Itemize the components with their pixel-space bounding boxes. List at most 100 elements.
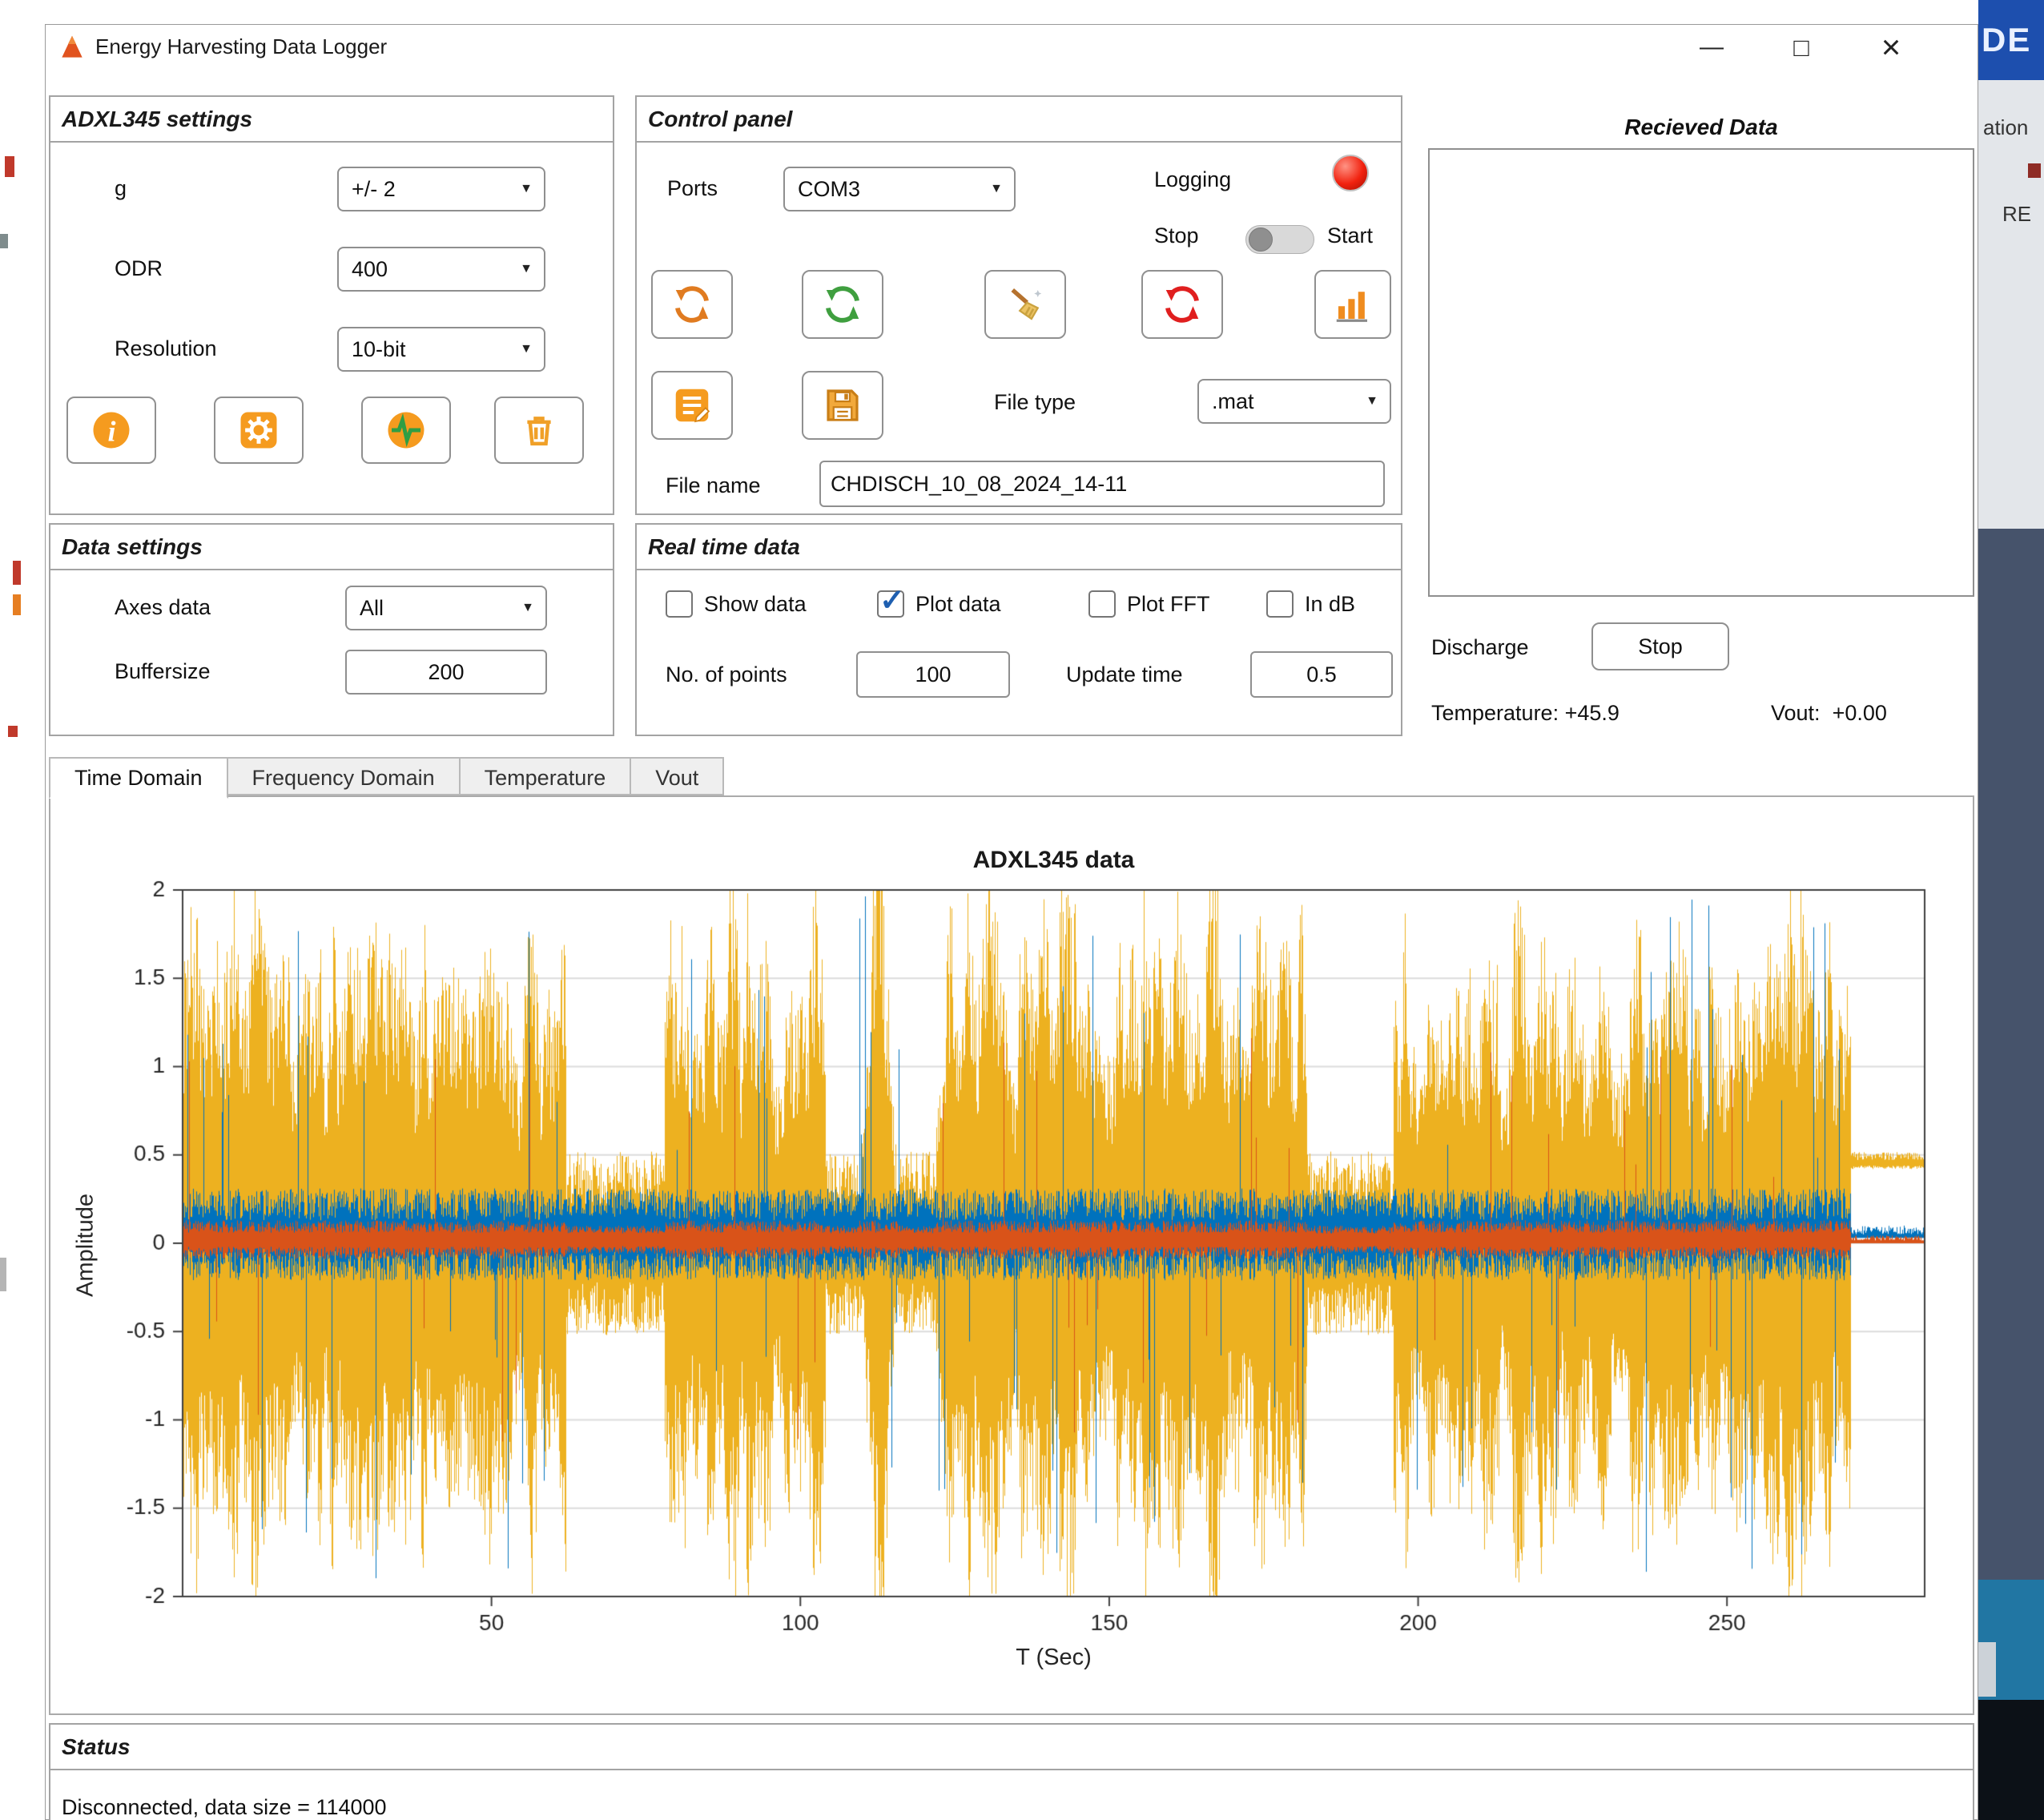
axes-data-dropdown-value: All	[347, 596, 510, 621]
in-db-checkbox[interactable]: In dB	[1266, 589, 1355, 619]
chevron-down-icon: ▼	[1354, 394, 1390, 409]
chart-y-axis-label: Amplitude	[73, 1182, 99, 1310]
trash-button[interactable]	[494, 397, 584, 464]
window-edge-fragment	[0, 234, 8, 248]
svg-text:i: i	[107, 416, 115, 448]
temperature-value: +45.9	[1565, 701, 1620, 725]
points-label: No. of points	[666, 662, 787, 687]
resolution-dropdown-value: 10-bit	[339, 337, 509, 362]
sync-button[interactable]	[802, 270, 883, 339]
app-window: Energy Harvesting Data Logger — □ × ADXL…	[45, 24, 1978, 1820]
tab-frequency-domain[interactable]: Frequency Domain	[227, 757, 461, 795]
vout-value: +0.00	[1833, 701, 1887, 725]
toggle-start-label: Start	[1327, 223, 1373, 248]
tab-bar: Time Domain Frequency Domain Temperature…	[49, 757, 722, 797]
odr-dropdown-value: 400	[339, 257, 509, 282]
status-text: Disconnected, data size = 114000	[62, 1795, 387, 1820]
toggle-knob	[1249, 228, 1273, 252]
background-notch	[1978, 1642, 1996, 1697]
panel-title: Control panel	[637, 97, 1401, 143]
background-chip	[2028, 163, 2041, 178]
gear-icon	[237, 409, 280, 452]
clean-button[interactable]	[984, 270, 1066, 339]
refresh-button[interactable]	[651, 270, 733, 339]
title-bar: Energy Harvesting Data Logger — □ ×	[46, 25, 1978, 70]
timedomain-chart	[50, 797, 1973, 1713]
background-pane: ation RE	[1978, 80, 2044, 529]
ports-dropdown[interactable]: COM3 ▼	[783, 167, 1016, 211]
vout-readout: Vout: +0.00	[1771, 701, 1887, 726]
file-type-label: File type	[994, 390, 1076, 415]
save-button[interactable]	[802, 371, 883, 440]
window-edge-fragment	[13, 561, 21, 585]
broom-icon	[1004, 283, 1047, 326]
ports-label: Ports	[667, 176, 718, 201]
matlab-app-icon	[57, 32, 87, 62]
show-data-checkbox[interactable]: Show data	[666, 589, 807, 619]
buffersize-input[interactable]	[345, 650, 547, 695]
checkbox-box	[1266, 590, 1294, 618]
plot-fft-checkbox[interactable]: Plot FFT	[1088, 589, 1210, 619]
logging-label: Logging	[1154, 167, 1231, 192]
chevron-down-icon: ▼	[509, 262, 544, 276]
bar-chart-icon	[1331, 283, 1374, 326]
panel-title: Real time data	[637, 525, 1401, 570]
minimize-button[interactable]: —	[1680, 25, 1744, 70]
adxl345-settings-panel: ADXL345 settings g +/- 2 ▼ ODR 400 ▼ Res…	[49, 95, 614, 515]
background-text-fragment: RE	[2002, 202, 2031, 227]
chevron-down-icon: ▼	[509, 342, 544, 356]
background-block	[1978, 1700, 2044, 1820]
buffersize-label: Buffersize	[115, 659, 211, 684]
odr-label: ODR	[115, 256, 163, 281]
vout-label: Vout:	[1771, 701, 1821, 725]
log-button[interactable]	[651, 371, 733, 440]
g-dropdown-value: +/- 2	[339, 177, 509, 202]
update-time-label: Update time	[1066, 662, 1183, 687]
data-settings-panel: Data settings Axes data All ▼ Buffersize	[49, 523, 614, 736]
close-button[interactable]: ×	[1859, 25, 1923, 70]
resolution-dropdown[interactable]: 10-bit ▼	[337, 327, 545, 372]
checkbox-label: Plot data	[915, 592, 1001, 617]
window-edge-fragment	[8, 726, 18, 737]
odr-dropdown[interactable]: 400 ▼	[337, 247, 545, 292]
file-name-label: File name	[666, 473, 761, 498]
tab-time-domain[interactable]: Time Domain	[49, 757, 228, 799]
background-text-fragment: ation	[1983, 115, 2028, 140]
maximize-button[interactable]: □	[1769, 25, 1833, 70]
points-input[interactable]	[856, 651, 1010, 698]
real-time-data-panel: Real time data Show data ✓ Plot data Plo…	[635, 523, 1402, 736]
trash-icon	[517, 409, 561, 452]
sync-icon	[821, 283, 864, 326]
panel-title: Status	[50, 1725, 1973, 1770]
reset-button[interactable]	[1141, 270, 1223, 339]
g-dropdown[interactable]: +/- 2 ▼	[337, 167, 545, 211]
panel-title: ADXL345 settings	[50, 97, 613, 143]
chart-button[interactable]	[1314, 270, 1391, 339]
check-icon: ✓	[879, 582, 905, 618]
plot-data-checkbox[interactable]: ✓ Plot data	[877, 589, 1001, 619]
update-time-input[interactable]	[1250, 651, 1393, 698]
file-name-input[interactable]	[819, 461, 1385, 507]
checkbox-box	[1088, 590, 1116, 618]
file-type-dropdown-value: .mat	[1199, 389, 1354, 414]
checkbox-box: ✓	[877, 590, 904, 618]
received-data-title: Recieved Data	[1428, 115, 1974, 140]
window-edge-fragment	[5, 156, 14, 177]
tab-vout[interactable]: Vout	[630, 757, 724, 795]
vibration-button[interactable]	[361, 397, 451, 464]
panel-title: Data settings	[50, 525, 613, 570]
axes-data-dropdown[interactable]: All ▼	[345, 586, 547, 630]
reset-icon	[1161, 283, 1204, 326]
tab-temperature[interactable]: Temperature	[459, 757, 632, 795]
status-panel: Status Disconnected, data size = 114000	[49, 1723, 1974, 1820]
settings-button[interactable]	[214, 397, 304, 464]
discharge-stop-button[interactable]: Stop	[1591, 622, 1729, 670]
window-title: Energy Harvesting Data Logger	[95, 34, 387, 59]
received-data-list[interactable]	[1428, 148, 1974, 597]
window-edge-fragment	[0, 1258, 6, 1291]
background-left-strip	[0, 0, 45, 1820]
logging-toggle[interactable]	[1245, 225, 1314, 254]
background-text-fragment: DE	[1982, 21, 2031, 59]
info-button[interactable]: i	[66, 397, 156, 464]
file-type-dropdown[interactable]: .mat ▼	[1197, 379, 1391, 424]
